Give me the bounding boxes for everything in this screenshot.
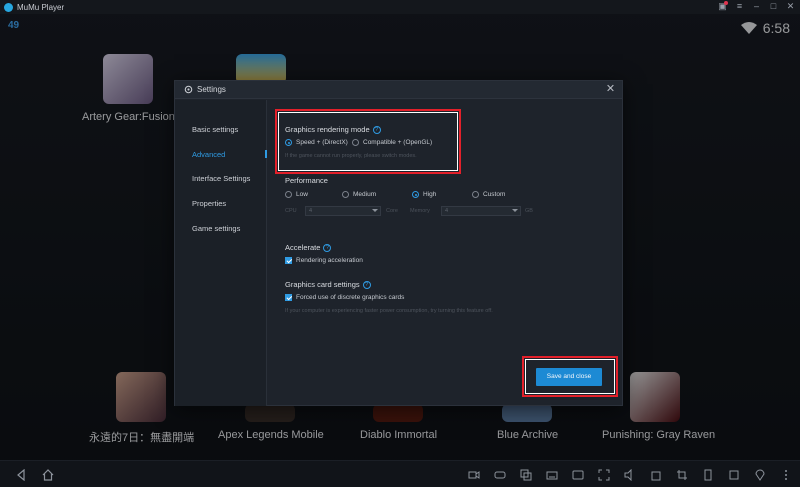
- radio-medium[interactable]: Medium: [342, 191, 376, 198]
- multi-window-icon[interactable]: [520, 469, 532, 481]
- radio-button-icon: [412, 191, 419, 198]
- apk-install-icon[interactable]: [650, 469, 662, 481]
- radio-button-icon: [472, 191, 479, 198]
- maximize-icon[interactable]: □: [768, 1, 779, 12]
- highlight-rendering-mode: [275, 109, 461, 174]
- rotate-icon[interactable]: [728, 469, 740, 481]
- nav-properties[interactable]: Properties: [192, 199, 226, 208]
- core-label: Core: [386, 208, 398, 214]
- radio-button-icon: [342, 191, 349, 198]
- help-icon[interactable]: ?: [362, 281, 371, 290]
- nav-interface-settings[interactable]: Interface Settings: [192, 174, 250, 183]
- dialog-header: Settings ✕: [175, 81, 622, 99]
- close-icon[interactable]: ✕: [605, 84, 616, 95]
- graphics-card-hint: If your computer is experiencing faster …: [285, 308, 493, 314]
- location-icon[interactable]: [754, 469, 766, 481]
- radio-low[interactable]: Low: [285, 191, 308, 198]
- volume-icon[interactable]: [624, 469, 636, 481]
- shake-icon[interactable]: [702, 469, 714, 481]
- checkbox-icon: [285, 294, 292, 301]
- memory-label: Memory: [410, 208, 430, 214]
- window-controls: ▣ ≡ – □ ✕: [717, 1, 796, 12]
- operation-record-icon[interactable]: [572, 469, 584, 481]
- record-icon[interactable]: [468, 469, 480, 481]
- more-icon[interactable]: [780, 469, 792, 481]
- nav-game-settings[interactable]: Game settings: [192, 224, 240, 233]
- notification-icon[interactable]: ▣: [717, 1, 728, 12]
- bottom-toolbar: [0, 460, 800, 487]
- cpu-select[interactable]: 4: [305, 206, 381, 216]
- radio-button-icon: [285, 191, 292, 198]
- gamepad-icon[interactable]: [494, 469, 506, 481]
- nav-basic-settings[interactable]: Basic settings: [192, 125, 238, 134]
- emulator-screen: MuMu Player ▣ ≡ – □ ✕ 49 6:58 Artery Gea…: [0, 0, 800, 487]
- highlight-save-button: [522, 356, 618, 397]
- window-title: MuMu Player: [17, 2, 65, 12]
- help-icon[interactable]: ?: [323, 244, 332, 253]
- chevron-down-icon: [512, 209, 518, 212]
- screenshot-icon[interactable]: [598, 469, 610, 481]
- gear-icon: [184, 85, 193, 94]
- performance-label: Performance: [285, 176, 328, 185]
- back-icon[interactable]: [15, 469, 27, 481]
- graphics-card-label: Graphics card settings?: [285, 280, 371, 290]
- settings-nav: Basic settings Advanced Interface Settin…: [175, 100, 267, 406]
- discrete-gpu-checkbox[interactable]: Forced use of discrete graphics cards: [285, 294, 404, 301]
- minimize-icon[interactable]: –: [751, 1, 762, 12]
- keyboard-icon[interactable]: [546, 469, 558, 481]
- rendering-acceleration-checkbox[interactable]: Rendering acceleration: [285, 257, 363, 264]
- crop-icon[interactable]: [676, 469, 688, 481]
- radio-custom[interactable]: Custom: [472, 191, 505, 198]
- cpu-label: CPU: [285, 208, 297, 214]
- accelerate-label: Accelerate?: [285, 243, 332, 253]
- memory-select[interactable]: 4: [441, 206, 521, 216]
- menu-icon[interactable]: ≡: [734, 1, 745, 12]
- chevron-down-icon: [372, 209, 378, 212]
- dialog-title: Settings: [197, 85, 226, 94]
- home-icon[interactable]: [42, 469, 54, 481]
- radio-high[interactable]: High: [412, 191, 436, 198]
- nav-advanced[interactable]: Advanced: [192, 150, 225, 159]
- mumu-logo-icon: [4, 2, 13, 12]
- close-window-icon[interactable]: ✕: [785, 1, 796, 12]
- title-bar: MuMu Player ▣ ≡ – □ ✕: [0, 0, 800, 14]
- checkbox-icon: [285, 257, 292, 264]
- gb-label: GB: [525, 208, 533, 214]
